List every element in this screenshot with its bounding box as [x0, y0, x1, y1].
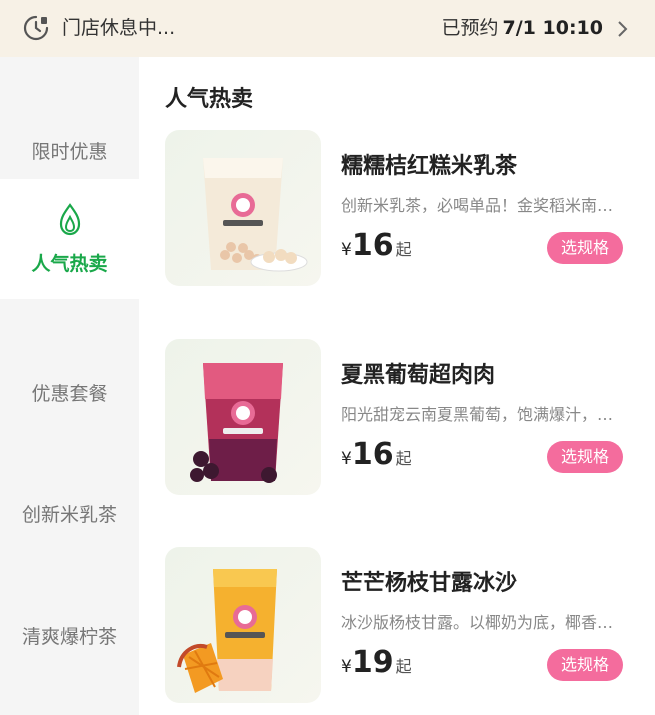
price-currency: ¥ — [341, 240, 352, 260]
product-price: ¥16 起 — [341, 228, 412, 263]
price-value: 19 — [351, 645, 394, 680]
reservation-label: 已预约 — [441, 17, 499, 39]
price-suffix: 起 — [395, 240, 412, 259]
clock-icon — [23, 15, 49, 41]
sidebar-item-combo[interactable]: 优惠套餐 — [0, 332, 139, 452]
store-status-bar[interactable]: 门店休息中... 已预约 7/1 10:10 — [0, 0, 655, 57]
sidebar-item-label: 优惠套餐 — [31, 382, 108, 405]
select-spec-button[interactable]: 选规格 — [547, 441, 623, 473]
price-currency: ¥ — [341, 657, 352, 677]
product-card[interactable]: 夏黑葡萄超肉肉 阳光甜宠云南夏黑葡萄，饱满爆汁，… ¥16 起 选规格 — [165, 339, 635, 495]
product-description: 阳光甜宠云南夏黑葡萄，饱满爆汁，… — [341, 405, 614, 424]
price-suffix: 起 — [395, 657, 412, 676]
select-spec-button[interactable]: 选规格 — [547, 232, 623, 264]
leaf-icon — [59, 202, 80, 235]
reservation-time: 7/1 10:10 — [502, 17, 603, 39]
product-price: ¥19 起 — [341, 645, 412, 680]
price-suffix: 起 — [395, 449, 412, 468]
product-description: 创新米乳茶，必喝单品！金奖稻米南… — [341, 196, 614, 215]
product-list: 人气热卖 糯糯桔红糕米乳茶 创新米乳茶，必喝单品！金奖稻米南… ¥16 起 选规格 — [139, 57, 655, 715]
reservation-info[interactable]: 已预约 7/1 10:10 — [442, 0, 604, 57]
price-value: 16 — [351, 228, 394, 263]
select-spec-button[interactable]: 选规格 — [547, 649, 623, 681]
sidebar-item-rice-milk-tea[interactable]: 创新米乳茶 — [0, 453, 139, 573]
sidebar-item-label: 清爽爆柠茶 — [21, 625, 117, 648]
price-currency: ¥ — [341, 449, 352, 469]
chevron-right-icon[interactable] — [615, 19, 629, 39]
sidebar-item-lemon-tea[interactable]: 清爽爆柠茶 — [0, 575, 139, 695]
sidebar-item-popular[interactable]: 人气热卖 — [0, 179, 139, 299]
product-description: 冰沙版杨枝甘露。以椰奶为底，椰香… — [341, 613, 614, 632]
product-card[interactable]: 芒芒杨枝甘露冰沙 冰沙版杨枝甘露。以椰奶为底，椰香… ¥19 起 选规格 — [165, 547, 635, 703]
section-title: 人气热卖 — [165, 87, 254, 112]
product-name: 芒芒杨枝甘露冰沙 — [341, 571, 518, 596]
mango-smoothie-image[interactable] — [165, 547, 321, 703]
product-card[interactable]: 糯糯桔红糕米乳茶 创新米乳茶，必喝单品！金奖稻米南… ¥16 起 选规格 — [165, 130, 635, 286]
sidebar-item-label: 人气热卖 — [31, 252, 108, 275]
category-sidebar: 限时优惠 人气热卖 优惠套餐 创新米乳茶 清爽爆柠茶 — [0, 57, 139, 715]
product-name: 夏黑葡萄超肉肉 — [341, 363, 496, 388]
store-status-text: 门店休息中... — [62, 17, 176, 39]
product-name: 糯糯桔红糕米乳茶 — [341, 154, 518, 179]
product-price: ¥16 起 — [341, 437, 412, 472]
milk-tea-image[interactable] — [165, 130, 321, 286]
grape-drink-image[interactable] — [165, 339, 321, 495]
sidebar-item-label: 创新米乳茶 — [21, 503, 117, 526]
sidebar-item-label: 限时优惠 — [31, 140, 108, 163]
price-value: 16 — [351, 437, 394, 472]
